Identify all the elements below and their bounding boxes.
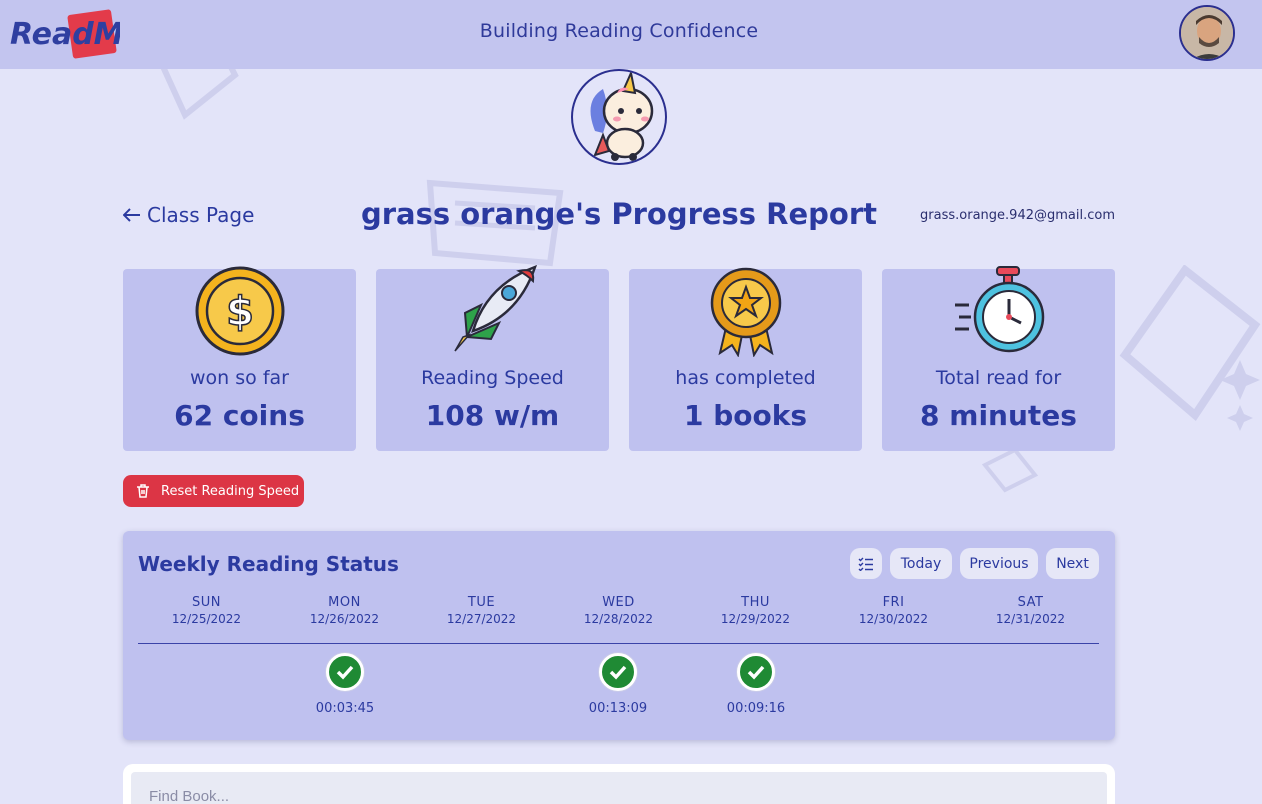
books-stat-card: has completed 1 books (629, 267, 862, 451)
weekly-reading-panel: Weekly Reading Status Today Previous Nex… (123, 531, 1115, 740)
day-column: TUE 12/27/2022 (413, 595, 550, 626)
previous-button[interactable]: Previous (960, 548, 1038, 579)
day-name: THU (741, 595, 770, 610)
completed-check-icon (599, 653, 637, 691)
book-decoration-icon (981, 447, 1039, 493)
day-date: 12/28/2022 (583, 612, 654, 626)
reset-label: Reset Reading Speed (161, 483, 300, 499)
day-name: TUE (467, 595, 496, 610)
day-name: FRI (882, 595, 905, 610)
arrow-left-icon (123, 208, 140, 222)
completed-check-icon (326, 653, 364, 691)
reading-duration: 00:03:45 (315, 701, 375, 716)
day-column: THU 12/29/2022 (687, 595, 824, 626)
speed-label: Reading Speed (421, 367, 564, 389)
day-date: 12/26/2022 (309, 612, 380, 626)
top-header: ReadM Building Reading Confidence (0, 0, 1262, 69)
day-column: MON 12/26/2022 (276, 595, 413, 626)
svg-text:$: $ (226, 289, 254, 335)
day-name: SAT (1017, 595, 1044, 610)
stopwatch-icon (955, 266, 1045, 353)
day-name: WED (602, 595, 635, 610)
list-view-button[interactable] (850, 548, 882, 579)
time-value: 8 minutes (920, 399, 1077, 432)
day-date: 12/25/2022 (171, 612, 242, 626)
site-tagline: Building Reading Confidence (479, 20, 759, 42)
today-button[interactable]: Today (890, 548, 952, 579)
coin-icon: $ (195, 266, 285, 356)
day-date: 12/31/2022 (995, 612, 1066, 626)
medal-icon (710, 267, 782, 357)
class-page-label: Class Page (147, 203, 255, 227)
time-stat-card: Total read for 8 minutes (882, 266, 1115, 451)
books-value: 1 books (683, 399, 808, 432)
coins-value: 62 coins (174, 399, 305, 432)
day-date: 12/30/2022 (858, 612, 929, 626)
reading-duration: 00:13:09 (588, 701, 648, 716)
completed-check-icon (737, 653, 775, 691)
reading-duration: 00:09:16 (726, 701, 786, 716)
profile-avatar[interactable] (1179, 5, 1235, 61)
coins-label: won so far (190, 367, 289, 389)
speed-stat-card: Reading Speed 108 w/m (376, 265, 609, 451)
day-column: WED 12/28/2022 (550, 595, 687, 626)
person-icon (1181, 7, 1233, 59)
page-title: grass orange's Progress Report (360, 197, 878, 231)
unicorn-icon (590, 71, 654, 161)
books-label: has completed (675, 367, 816, 389)
find-book-input[interactable] (131, 772, 1107, 804)
day-name: MON (328, 595, 361, 610)
student-email: grass.orange.942@gmail.com (920, 208, 1115, 223)
checklist-icon (858, 557, 873, 571)
next-button[interactable]: Next (1046, 548, 1099, 579)
speed-value: 108 w/m (425, 399, 560, 432)
day-date: 12/29/2022 (720, 612, 791, 626)
week-divider (138, 643, 1099, 644)
day-date: 12/27/2022 (446, 612, 517, 626)
day-column: FRI 12/30/2022 (825, 595, 962, 626)
trash-icon (137, 484, 149, 498)
rocket-icon (454, 265, 537, 352)
class-page-link[interactable]: Class Page (123, 203, 254, 227)
student-avatar (571, 69, 667, 165)
weekly-title: Weekly Reading Status (138, 552, 399, 576)
day-column: SUN 12/25/2022 (138, 595, 275, 626)
day-name: SUN (192, 595, 221, 610)
book-decoration-icon (1119, 265, 1261, 431)
book-search-panel (123, 764, 1115, 804)
day-column: SAT 12/31/2022 (962, 595, 1099, 626)
reset-reading-speed-button[interactable]: Reset Reading Speed (123, 475, 304, 507)
coins-stat-card: $ won so far 62 coins (123, 266, 356, 451)
time-label: Total read for (935, 367, 1062, 389)
